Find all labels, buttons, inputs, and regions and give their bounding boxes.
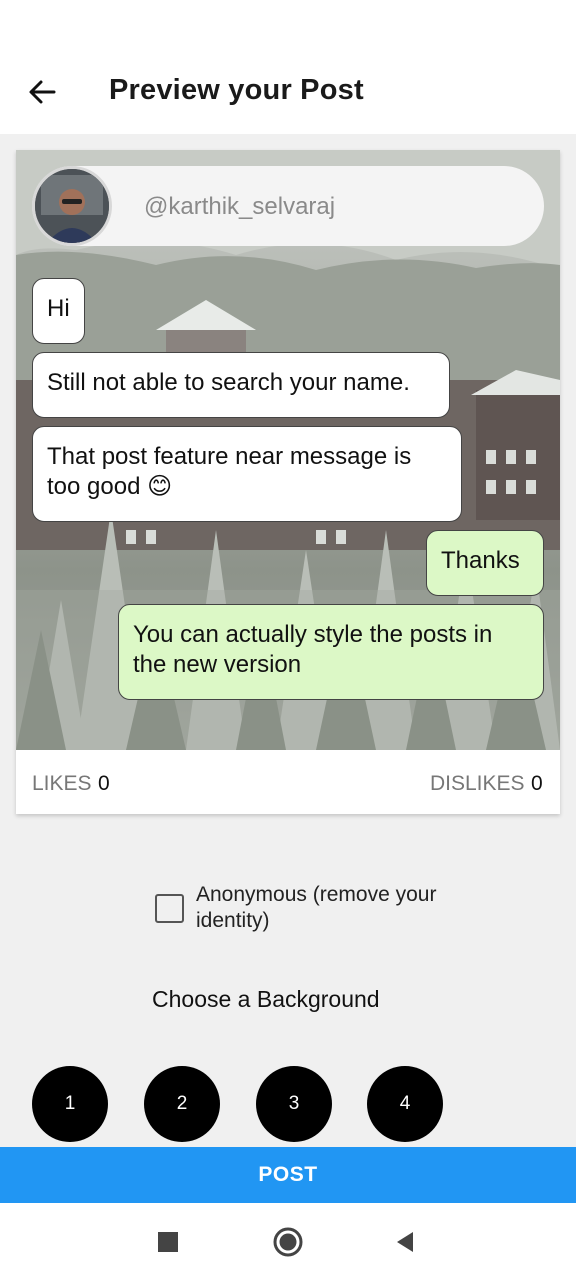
background-option-3[interactable]: 3 — [256, 1066, 332, 1142]
home-button[interactable] — [271, 1225, 305, 1259]
avatar — [32, 166, 112, 246]
choose-background-label: Choose a Background — [152, 986, 380, 1012]
status-bar — [0, 0, 576, 48]
back-button[interactable] — [22, 72, 62, 112]
recents-button[interactable] — [151, 1225, 185, 1259]
background-option-2[interactable]: 2 — [144, 1066, 220, 1142]
message-bubble-incoming: Still not able to search your name. — [32, 352, 450, 418]
recents-square-icon — [158, 1232, 178, 1252]
back-nav-button[interactable] — [388, 1225, 422, 1259]
page-title: Preview your Post — [109, 74, 364, 106]
post-stats: LIKES 0 DISLIKES 0 — [16, 750, 560, 814]
background-option-1[interactable]: 1 — [32, 1066, 108, 1142]
message-bubble-incoming: Hi — [32, 278, 85, 344]
likes-label: LIKES — [32, 772, 92, 795]
username: @karthik_selvaraj — [144, 193, 336, 220]
message-bubble-outgoing: Thanks — [426, 530, 544, 596]
likes-count: 0 — [98, 772, 110, 795]
dislikes-label: DISLIKES — [430, 772, 525, 795]
post-button[interactable]: POST — [0, 1147, 576, 1203]
message-bubble-incoming: That post feature near message is too go… — [32, 426, 462, 522]
home-circle-icon — [273, 1227, 303, 1257]
post-preview-card: @karthik_selvaraj Hi Still not able to s… — [16, 150, 560, 814]
arrow-left-icon — [29, 80, 56, 104]
dislikes-count: 0 — [531, 772, 543, 795]
user-pill: @karthik_selvaraj — [32, 166, 544, 246]
message-bubble-outgoing: You can actually style the posts in the … — [118, 604, 544, 700]
anonymous-label: Anonymous (remove your identity) — [196, 883, 437, 932]
anonymous-checkbox[interactable] — [155, 894, 184, 923]
app-bar: Preview your Post — [0, 48, 576, 134]
background-option-4[interactable]: 4 — [367, 1066, 443, 1142]
system-nav-bar — [0, 1203, 576, 1280]
back-triangle-icon — [397, 1232, 413, 1252]
